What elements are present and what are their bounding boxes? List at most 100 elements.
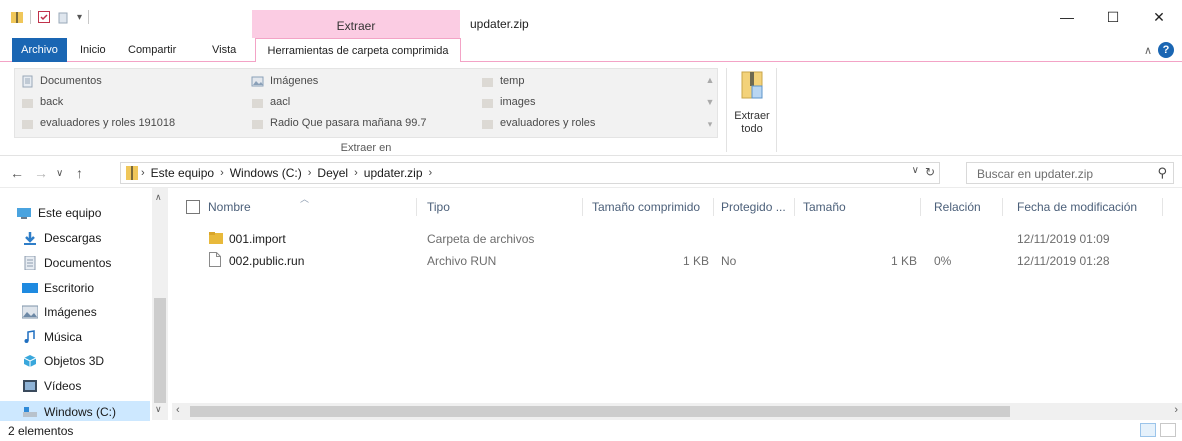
- column-divider[interactable]: [582, 198, 583, 216]
- gallery-item-radio[interactable]: Radio Que pasara mañana 99.7: [251, 114, 427, 132]
- nav-pane-scrollbar[interactable]: ∧ ∨: [152, 188, 168, 420]
- scroll-left-icon[interactable]: ‹: [176, 404, 180, 416]
- music-icon: [24, 330, 35, 343]
- nav-item-objetos-3d[interactable]: Objetos 3D: [22, 350, 104, 372]
- large-icons-view-icon[interactable]: [1160, 423, 1176, 437]
- tab-vista[interactable]: Vista: [204, 38, 244, 62]
- desktop-icon: [22, 283, 38, 293]
- nav-item-imagenes[interactable]: Imágenes: [22, 301, 97, 323]
- nav-item-este-equipo[interactable]: Este equipo: [16, 202, 101, 224]
- nav-item-descargas[interactable]: Descargas: [22, 227, 101, 249]
- details-view-icon[interactable]: [1140, 423, 1156, 437]
- gallery-item-evaluadores-191018[interactable]: evaluadores y roles 191018: [21, 114, 175, 132]
- gallery-scroll-down-icon[interactable]: ▼: [703, 91, 717, 113]
- horizontal-scrollbar[interactable]: ‹ ›: [172, 403, 1182, 420]
- recent-locations-chevron-icon[interactable]: ∨: [56, 168, 63, 179]
- nav-item-musica[interactable]: Música: [22, 326, 82, 348]
- breadcrumb-separator-icon[interactable]: ›: [427, 167, 435, 179]
- column-divider[interactable]: [794, 198, 795, 216]
- gallery-item-documentos[interactable]: Documentos: [21, 72, 102, 90]
- gallery-more-icon[interactable]: ▾: [703, 113, 717, 135]
- scroll-up-icon[interactable]: ∧: [155, 192, 162, 203]
- scrollbar-thumb[interactable]: [154, 298, 166, 403]
- extract-all-button[interactable]: Extraer todo: [732, 70, 772, 150]
- pictures-icon: [251, 76, 264, 86]
- ribbon-divider: [726, 68, 727, 152]
- column-header-fecha-modificacion[interactable]: Fecha de modificación: [1017, 200, 1137, 214]
- address-dropdown-icon[interactable]: ∨: [912, 165, 919, 179]
- tab-inicio[interactable]: Inicio: [72, 38, 114, 62]
- refresh-icon[interactable]: ↻: [925, 165, 935, 179]
- folder-icon: [252, 119, 263, 129]
- breadcrumb-deyel[interactable]: Deyel: [313, 166, 352, 180]
- gallery-item-back[interactable]: back: [21, 93, 63, 111]
- column-divider[interactable]: [713, 198, 714, 216]
- scroll-down-icon[interactable]: ∨: [155, 404, 162, 415]
- breadcrumb-updater-zip[interactable]: updater.zip: [360, 166, 427, 180]
- extract-all-icon: [741, 71, 763, 99]
- nav-item-label: Música: [44, 330, 83, 344]
- documents-icon: [22, 75, 33, 87]
- breadcrumb-separator-icon[interactable]: ›: [306, 167, 314, 179]
- column-header-relacion[interactable]: Relación: [934, 200, 981, 214]
- breadcrumb-este-equipo[interactable]: Este equipo: [147, 166, 218, 180]
- folder-icon: [482, 119, 493, 129]
- nav-item-escritorio[interactable]: Escritorio: [22, 277, 94, 299]
- column-header-tamano-comprimido[interactable]: Tamaño comprimido: [592, 200, 700, 214]
- tab-herramientas-carpeta-comprimida[interactable]: Herramientas de carpeta comprimida: [255, 38, 461, 63]
- back-arrow-icon[interactable]: ←: [10, 165, 24, 181]
- ribbon-collapse-icon[interactable]: ∧: [1144, 44, 1152, 57]
- ribbon-tab-strip: Archivo Inicio Compartir Vista Herramien…: [0, 38, 1182, 63]
- file-protected: No: [721, 254, 737, 268]
- column-divider[interactable]: [1162, 198, 1163, 216]
- window-title: updater.zip: [470, 17, 529, 31]
- gallery-item-images[interactable]: images: [481, 93, 535, 111]
- gallery-item-evaluadores[interactable]: evaluadores y roles: [481, 114, 595, 132]
- breadcrumb-windows-c[interactable]: Windows (C:): [226, 166, 306, 180]
- scroll-right-icon[interactable]: ›: [1174, 404, 1178, 416]
- tab-compartir[interactable]: Compartir: [120, 38, 184, 62]
- file-row[interactable]: 001.import Carpeta de archivos 12/11/201…: [172, 228, 1172, 250]
- status-bar: 2 elementos: [0, 421, 1182, 441]
- file-row[interactable]: 002.public.run Archivo RUN 1 KB No 1 KB …: [172, 250, 1172, 272]
- gallery-item-aacl[interactable]: aacl: [251, 93, 290, 111]
- column-header-tamano[interactable]: Tamaño: [803, 200, 846, 214]
- sort-ascending-icon: ︿: [300, 194, 310, 204]
- videos-icon: [23, 380, 37, 392]
- zip-folder-icon[interactable]: [10, 10, 24, 24]
- gallery-scroll-up-icon[interactable]: ▲: [703, 69, 717, 91]
- new-folder-icon[interactable]: [57, 10, 71, 24]
- file-ratio: 0%: [934, 254, 952, 268]
- properties-icon[interactable]: [37, 10, 51, 24]
- forward-arrow-icon[interactable]: →: [34, 165, 48, 181]
- breadcrumb-separator-icon[interactable]: ›: [352, 167, 360, 179]
- column-header-tipo[interactable]: Tipo: [427, 200, 450, 214]
- column-header-nombre[interactable]: Nombre: [208, 200, 251, 214]
- gallery-item-temp[interactable]: temp: [481, 72, 524, 90]
- maximize-button[interactable]: ☐: [1090, 0, 1136, 34]
- up-arrow-icon[interactable]: ↑: [76, 165, 83, 181]
- qat-dropdown-icon[interactable]: ▾: [77, 12, 82, 23]
- breadcrumb-separator-icon[interactable]: ›: [218, 167, 226, 179]
- pictures-icon: [22, 305, 38, 319]
- address-bar[interactable]: › Este equipo › Windows (C:) › Deyel › u…: [120, 162, 940, 184]
- select-all-checkbox[interactable]: [186, 200, 200, 214]
- scrollbar-thumb[interactable]: [190, 406, 1010, 417]
- close-button[interactable]: ✕: [1136, 0, 1182, 34]
- column-divider[interactable]: [1002, 198, 1003, 216]
- nav-item-label: Imágenes: [44, 305, 97, 319]
- nav-item-windows-c[interactable]: Windows (C:): [22, 401, 116, 423]
- help-icon[interactable]: ?: [1158, 42, 1174, 58]
- search-icon[interactable]: ⚲: [1157, 165, 1167, 181]
- downloads-icon: [24, 232, 36, 245]
- tab-archivo[interactable]: Archivo: [12, 38, 67, 62]
- search-box[interactable]: Buscar en updater.zip ⚲: [966, 162, 1174, 184]
- column-divider[interactable]: [920, 198, 921, 216]
- gallery-item-label: evaluadores y roles 191018: [40, 117, 176, 129]
- column-divider[interactable]: [416, 198, 417, 216]
- minimize-button[interactable]: —: [1044, 0, 1090, 34]
- column-header-protegido[interactable]: Protegido ...: [721, 200, 786, 214]
- nav-item-documentos[interactable]: Documentos: [22, 252, 111, 274]
- gallery-item-imagenes[interactable]: Imágenes: [251, 72, 318, 90]
- nav-item-videos[interactable]: Vídeos: [22, 375, 81, 397]
